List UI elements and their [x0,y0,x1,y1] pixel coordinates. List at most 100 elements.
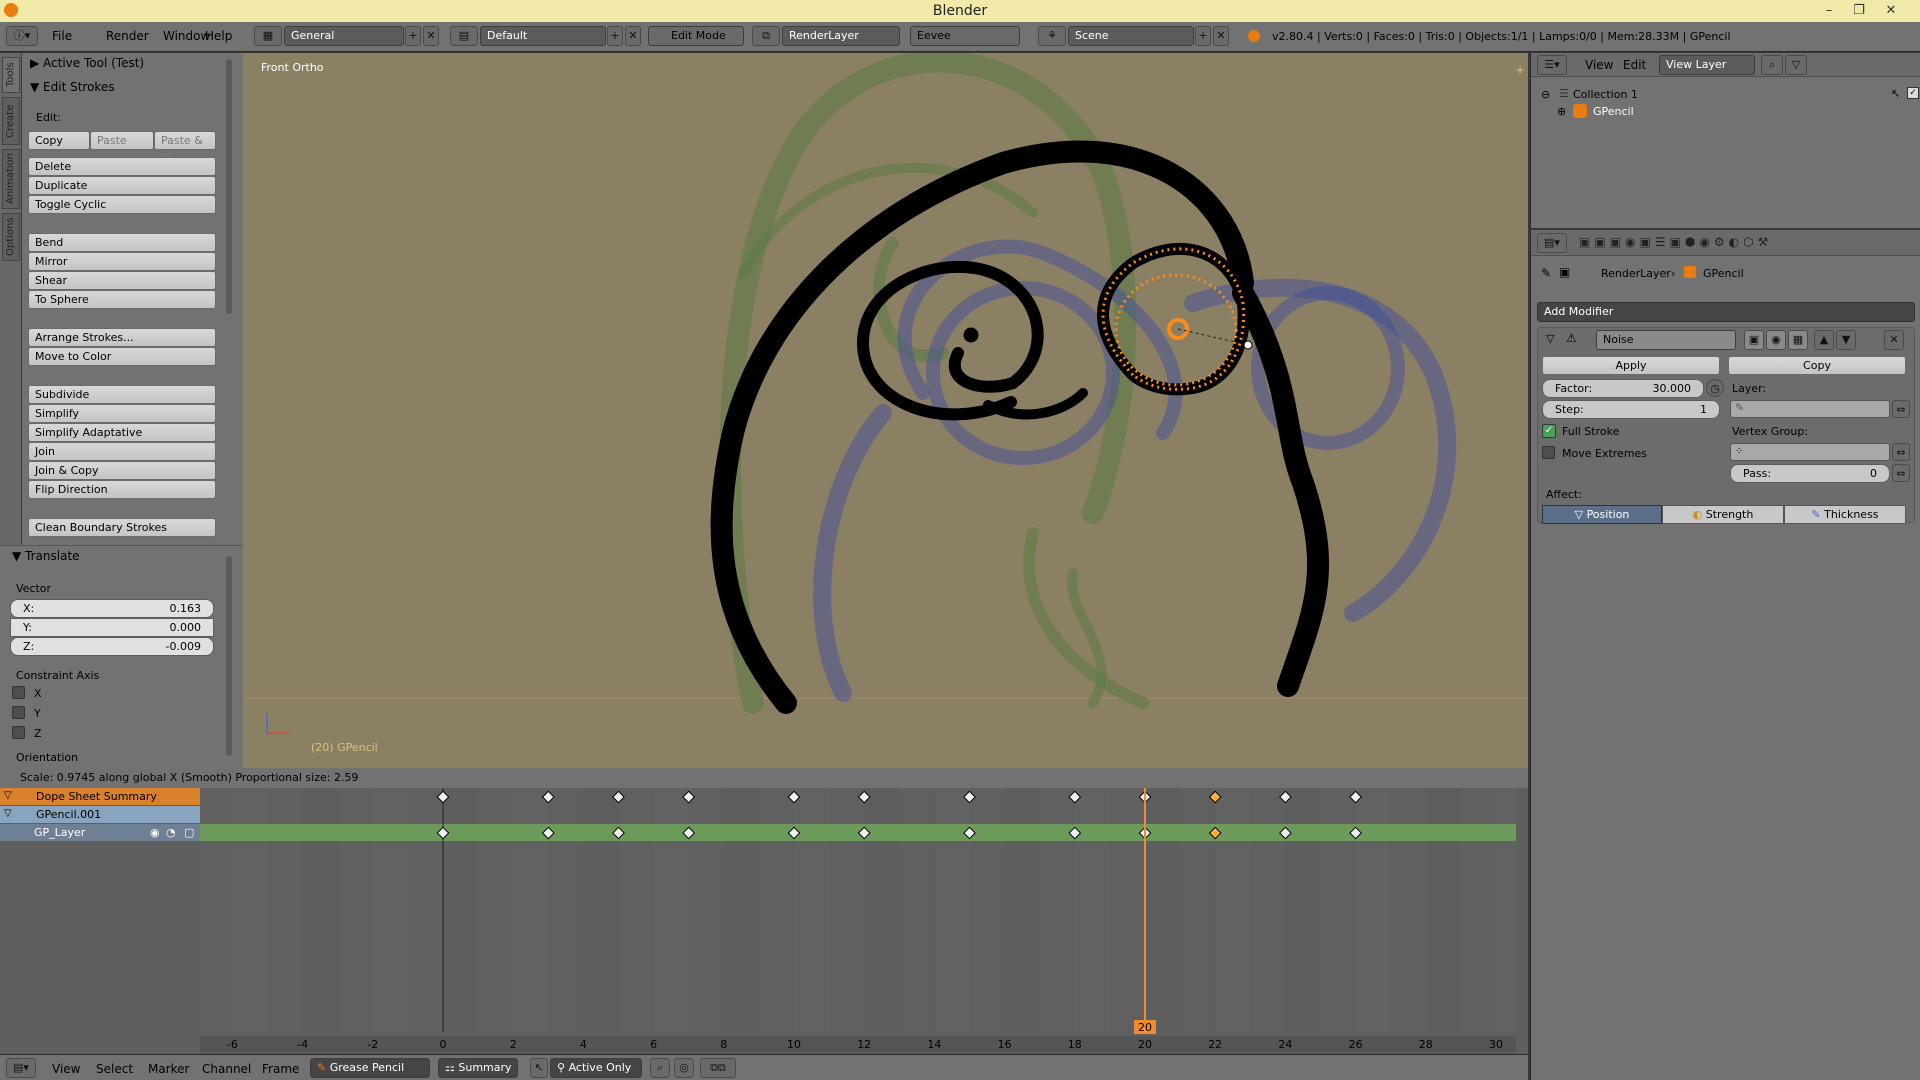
join-button[interactable]: Join [28,442,216,461]
layer-invert-icon[interactable]: ⇔ [1892,400,1910,418]
layer-audio-icon[interactable]: ◔ [166,826,176,839]
editmode-toggle-icon[interactable]: ▦ [1788,330,1808,350]
tab-animation[interactable]: Animation [2,149,20,209]
proportional-edit-icon[interactable]: ◎ [674,1058,694,1078]
collection-label[interactable]: Collection 1 [1573,88,1638,101]
remove-workspace-icon[interactable]: ✕ [423,26,439,46]
properties-tab-icons[interactable]: ▣▣▣◉▣☰▣⬢◉⚙◐⬡⚒ [1579,235,1772,249]
info-editor-icon[interactable]: ⓘ▾ [6,26,38,46]
outliner-search-icon[interactable]: ⌕ [1761,55,1783,75]
factor-curve-icon[interactable]: ◷ [1706,379,1724,397]
gpencil-expand-icon-ds[interactable]: ▽ [4,808,12,819]
move-to-color-button[interactable]: Move to Color [28,347,216,366]
tab-tools[interactable]: Tools [2,57,20,93]
modifier-collapse-icon[interactable]: ▽ [1546,332,1554,345]
outliner-filter-icon[interactable]: ▽ [1785,55,1807,75]
collection-expand-icon[interactable]: ⊖ [1541,88,1550,101]
ds-menu-view[interactable]: View [52,1062,80,1076]
flip-direction-button[interactable]: Flip Direction [28,480,216,499]
render-toggle-icon[interactable]: ▣ [1744,330,1764,350]
ds-menu-marker[interactable]: Marker [148,1062,189,1076]
minimize-button[interactable]: – [1815,0,1843,22]
constraint-z-checkbox[interactable] [12,726,25,739]
render-layer-icon[interactable]: ⧉ [752,26,780,46]
menu-file[interactable]: File [52,29,72,43]
view-layer-select[interactable]: View Layer [1659,55,1755,75]
add-scene-icon[interactable]: + [1195,26,1211,46]
outliner-menu-view[interactable]: View [1585,58,1613,72]
translate-z-field[interactable]: Z: -0.009 [10,637,214,656]
screen-layout-field[interactable]: Default [480,26,606,46]
menu-help[interactable]: Help [205,29,232,43]
properties-editor-icon[interactable]: ▤▾ [1537,233,1567,253]
affect-position-toggle[interactable]: ▽ Position [1542,505,1662,524]
maximize-button[interactable]: ❐ [1845,0,1873,22]
outliner-menu-edit[interactable]: Edit [1623,58,1646,72]
translate-panel-scrollbar[interactable] [226,556,232,756]
copy-modifier-button[interactable]: Copy [1728,356,1906,375]
summary-toggle[interactable]: ⚏ Summary [438,1058,518,1078]
remove-screen-icon[interactable]: ✕ [625,26,641,46]
dopesheet-editor-icon[interactable]: ▤▾ [6,1058,36,1078]
dopesheet-mode-select[interactable]: ✎ Grease Pencil [310,1058,430,1078]
workspace-icon[interactable]: ▦ [254,26,282,46]
gpencil-expand-icon[interactable]: ⊕ [1557,105,1566,118]
ds-menu-select[interactable]: Select [96,1062,133,1076]
simplify-adaptative-button[interactable]: Simplify Adaptative [28,423,216,442]
tool-panel-scrollbar[interactable] [226,59,232,314]
affect-strength-toggle[interactable]: ◐ Strength [1662,505,1784,524]
remove-modifier-icon[interactable]: ✕ [1884,330,1904,350]
delete-button[interactable]: Delete [28,157,216,176]
dopesheet-timeline[interactable]: 20 -6 -4 -2 0 2 4 6 8 10 12 14 16 18 20 22 24 26 28 30 [200,788,1516,1052]
panel-active-tool[interactable]: ▶ Active Tool (Test) [22,53,243,73]
shear-button[interactable]: Shear [28,271,216,290]
outliner-editor-icon[interactable]: ☰▾ [1537,55,1567,75]
paste-merge-button[interactable]: Paste & M [154,131,216,164]
vertex-group-field[interactable]: ⁘ [1730,443,1890,461]
add-workspace-icon[interactable]: + [405,26,421,46]
translate-x-field[interactable]: X: 0.163 [10,599,214,618]
paste-button[interactable]: Paste [90,131,154,150]
modifier-name-field[interactable]: Noise [1596,330,1736,350]
ds-menu-channel[interactable]: Channel [202,1062,251,1076]
copy-button[interactable]: Copy [28,131,90,150]
duplicate-button[interactable]: Duplicate [28,176,216,195]
tab-create[interactable]: Create [2,97,20,145]
scene-field[interactable]: Scene [1068,26,1194,46]
move-up-icon[interactable]: ▲ [1814,330,1834,350]
add-screen-icon[interactable]: + [607,26,623,46]
clean-boundary-button[interactable]: Clean Boundary Strokes [28,518,216,537]
summary-expand-icon[interactable]: ▽ [4,790,12,801]
to-sphere-button[interactable]: To Sphere [28,290,216,309]
bend-button[interactable]: Bend [28,233,216,252]
tab-options[interactable]: Options [2,213,20,261]
mirror-button[interactable]: Mirror [28,252,216,271]
step-field[interactable]: Step: 1 [1542,400,1720,419]
add-modifier-menu[interactable]: Add Modifier [1537,302,1915,322]
viewport-toggle-icon[interactable]: ◉ [1766,330,1786,350]
dopesheet-summary-channel[interactable]: Dope Sheet Summary [0,788,200,805]
vertex-group-invert-icon[interactable]: ⇔ [1892,443,1910,461]
affect-thickness-toggle[interactable]: ✎ Thickness [1784,505,1906,524]
remove-scene-icon[interactable]: ✕ [1213,26,1229,46]
full-stroke-checkbox[interactable]: ✓ [1542,424,1556,438]
scene-icon[interactable]: ⚘ [1038,26,1066,46]
visibility-checkbox[interactable]: ✓ [1907,87,1919,99]
render-engine-select[interactable]: Eevee [910,26,1020,46]
mode-select[interactable]: Edit Mode [648,26,744,46]
pin-icon[interactable]: ✎ [1541,266,1551,280]
layer-lock-icon[interactable]: ▢ [184,826,194,839]
join-copy-button[interactable]: Join & Copy [28,461,216,480]
gpencil-object-channel[interactable]: GPencil.001 [0,806,200,823]
move-down-icon[interactable]: ▼ [1836,330,1856,350]
screen-layout-icon[interactable]: ▤ [450,26,478,46]
constraint-y-checkbox[interactable] [12,706,25,719]
menu-render[interactable]: Render [106,29,149,43]
select-toggle-icon[interactable]: ↖ [1891,87,1900,100]
ds-menu-frame[interactable]: Frame [262,1062,299,1076]
apply-button[interactable]: Apply [1542,356,1720,375]
move-extremes-checkbox[interactable] [1542,446,1555,459]
close-button[interactable]: ✕ [1877,0,1905,22]
3d-viewport[interactable]: Front Ortho (20) GPencil + [243,53,1528,768]
dopesheet-scrollbar[interactable] [1516,788,1528,1054]
